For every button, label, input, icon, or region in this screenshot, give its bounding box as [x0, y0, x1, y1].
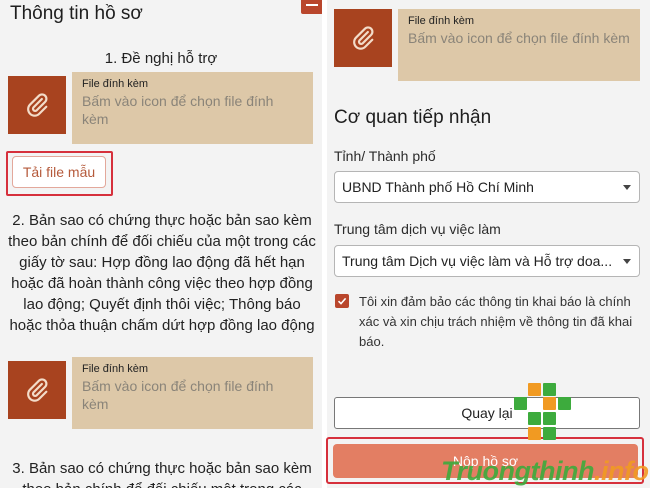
employment-center-value: Trung tâm Dịch vụ việc làm và Hỗ trợ doa…: [342, 253, 613, 269]
province-value: UBND Thành phố Hồ Chí Minh: [342, 179, 534, 195]
left-screen: Thông tin hồ sơ 1. Đề nghị hỗ trợ File đ…: [0, 0, 322, 488]
watermark-text: Truongthinh.info: [441, 456, 649, 487]
section-3-text: 3. Bản sao có chứng thực hoặc bản sao kè…: [12, 460, 312, 488]
attachment-label: File đính kèm: [408, 15, 475, 27]
attachment-hint: Bấm vào icon để chọn file đính kèm: [82, 378, 274, 412]
caret-down-icon: [623, 185, 631, 190]
sample-button-highlight: [6, 151, 113, 196]
section-1-heading: 1. Đề nghị hỗ trợ: [104, 50, 218, 67]
province-select[interactable]: UBND Thành phố Hồ Chí Minh: [334, 171, 640, 203]
attachment-field-1: File đính kèm Bấm vào icon để chọn file …: [8, 72, 313, 144]
attachment-field-3: File đính kèm Bấm vào icon để chọn file …: [334, 9, 640, 81]
page-title: Thông tin hồ sơ: [10, 3, 143, 24]
checkmark-icon: [337, 297, 347, 305]
attachment-box-1[interactable]: File đính kèm Bấm vào icon để chọn file …: [72, 72, 313, 144]
province-label: Tỉnh/ Thành phố: [334, 148, 436, 164]
watermark-main: Truongthinh: [441, 456, 594, 486]
consent-checkbox[interactable]: [335, 294, 349, 308]
attachment-label: File đính kèm: [82, 363, 149, 375]
consent-text: Tôi xin đảm bảo các thông tin khai báo l…: [359, 294, 633, 349]
paperclip-icon[interactable]: [8, 76, 66, 134]
watermark-ext: .info: [593, 456, 649, 486]
agency-heading: Cơ quan tiếp nhận: [334, 107, 492, 128]
caret-down-icon: [623, 259, 631, 264]
paperclip-icon[interactable]: [8, 361, 66, 419]
attachment-hint: Bấm vào icon để chọn file đính kèm: [408, 30, 630, 46]
attachment-box-2[interactable]: File đính kèm Bấm vào icon để chọn file …: [72, 357, 313, 429]
section-2-text: 2. Bản sao có chứng thực hoặc bản sao kè…: [8, 212, 316, 334]
attachment-field-2: File đính kèm Bấm vào icon để chọn file …: [8, 357, 313, 429]
attachment-box-3[interactable]: File đính kèm Bấm vào icon để chọn file …: [398, 9, 640, 81]
back-button[interactable]: Quay lại: [334, 397, 640, 429]
hamburger-menu-icon[interactable]: [301, 0, 322, 14]
attachment-hint: Bấm vào icon để chọn file đính kèm: [82, 93, 274, 127]
paperclip-icon[interactable]: [334, 9, 392, 67]
employment-center-label: Trung tâm dịch vụ việc làm: [334, 221, 501, 237]
attachment-label: File đính kèm: [82, 78, 149, 90]
employment-center-select[interactable]: Trung tâm Dịch vụ việc làm và Hỗ trợ doa…: [334, 245, 640, 277]
